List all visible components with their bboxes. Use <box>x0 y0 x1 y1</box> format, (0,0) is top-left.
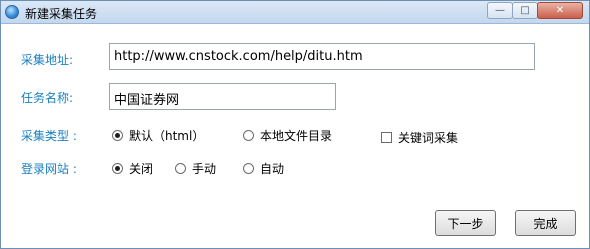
dialog-window: 新建采集任务 — □ ✕ 采集地址: http://www.cnstock.co… <box>0 0 590 249</box>
title-bar[interactable]: 新建采集任务 — □ ✕ <box>1 1 589 24</box>
radio-checked-icon[interactable] <box>112 163 123 174</box>
close-button[interactable]: ✕ <box>537 2 583 19</box>
login-site-label: 登录网站 : <box>21 162 77 176</box>
keyword-collect-checkbox[interactable]: 关键词采集 <box>381 129 458 146</box>
url-label: 采集地址: <box>21 53 74 67</box>
login-off-label: 关闭 <box>129 162 154 176</box>
radio-checked-icon[interactable] <box>112 130 123 141</box>
next-step-button[interactable]: 下一步 <box>435 210 496 236</box>
checkbox-icon[interactable] <box>381 132 392 143</box>
login-auto-radio[interactable]: 自动 <box>243 160 284 177</box>
type-local-dir-label: 本地文件目录 <box>260 129 333 143</box>
login-manual-label: 手动 <box>192 162 217 176</box>
minimize-button[interactable]: — <box>487 2 513 19</box>
radio-unchecked-icon[interactable] <box>175 163 186 174</box>
radio-unchecked-icon[interactable] <box>243 163 254 174</box>
type-default-radio[interactable]: 默认（html） <box>112 127 204 144</box>
login-manual-radio[interactable]: 手动 <box>175 160 216 177</box>
url-input[interactable]: http://www.cnstock.com/help/ditu.htm <box>109 43 535 70</box>
finish-button[interactable]: 完成 <box>515 210 576 236</box>
keyword-collect-label: 关键词采集 <box>398 131 459 145</box>
task-name-label: 任务名称: <box>21 91 74 105</box>
login-off-radio[interactable]: 关闭 <box>112 160 153 177</box>
window-title: 新建采集任务 <box>25 7 98 21</box>
app-icon <box>5 5 19 19</box>
collect-type-label: 采集类型 : <box>21 129 77 143</box>
task-name-input[interactable]: 中国证券网 <box>109 83 336 110</box>
maximize-button[interactable]: □ <box>512 2 538 19</box>
login-auto-label: 自动 <box>260 162 285 176</box>
type-default-label: 默认（html） <box>129 129 205 143</box>
type-local-dir-radio[interactable]: 本地文件目录 <box>243 127 332 144</box>
radio-unchecked-icon[interactable] <box>243 130 254 141</box>
